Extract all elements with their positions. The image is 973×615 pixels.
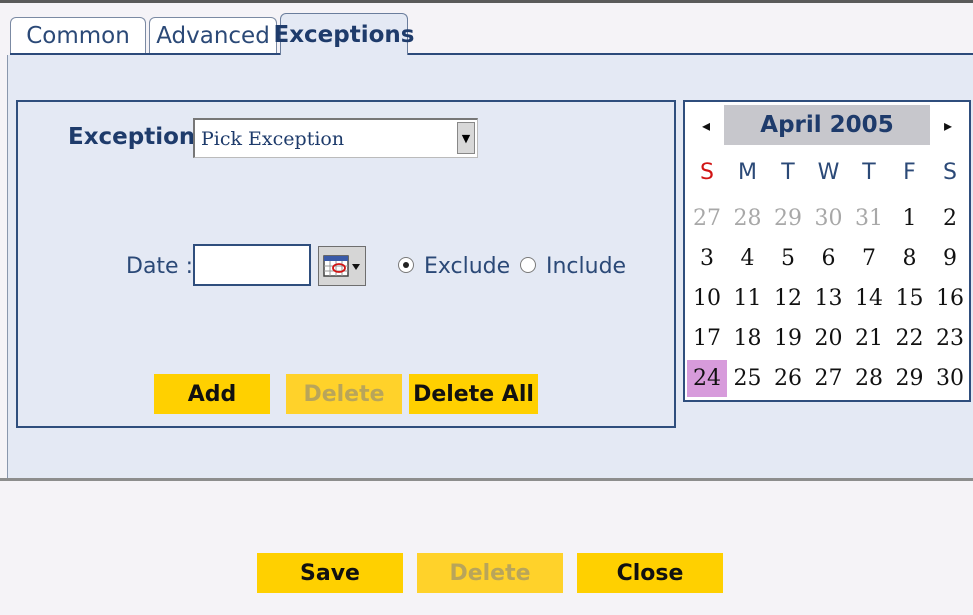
- exceptions-select-value: Pick Exception: [201, 128, 345, 150]
- calendar-day[interactable]: 27: [809, 360, 849, 397]
- delete-button[interactable]: Delete: [417, 553, 563, 593]
- chevron-down-icon[interactable]: ▼: [457, 122, 475, 154]
- calendar-day[interactable]: 3: [687, 240, 727, 277]
- weekday-header: T: [862, 160, 876, 185]
- calendar-day[interactable]: 28: [849, 360, 889, 397]
- delete-all-button[interactable]: Delete All: [409, 374, 538, 414]
- calendar-day[interactable]: 17: [687, 320, 727, 357]
- calendar-day[interactable]: 12: [768, 280, 808, 317]
- delete-exception-button[interactable]: Delete: [286, 374, 402, 414]
- calendar-day[interactable]: 14: [849, 280, 889, 317]
- calendar-day[interactable]: 22: [890, 320, 930, 357]
- calendar-day[interactable]: 13: [809, 280, 849, 317]
- calendar-picker-button[interactable]: [318, 246, 366, 286]
- exclude-label: Exclude: [424, 254, 511, 279]
- weekday-header: S: [700, 160, 714, 185]
- chevron-right-icon: ▸: [943, 115, 953, 135]
- save-button[interactable]: Save: [257, 553, 403, 593]
- calendar: ◂ April 2005 ▸ S M T W T F S 27 28 29 30 31 1 2 3 4 5 6 7 8…: [683, 100, 971, 402]
- weekday-header: T: [781, 160, 795, 185]
- next-month-button[interactable]: ▸: [930, 105, 966, 145]
- calendar-icon: [323, 255, 360, 277]
- tab-underline: [10, 53, 973, 55]
- prev-month-button[interactable]: ◂: [688, 105, 724, 145]
- include-radio[interactable]: [520, 257, 536, 273]
- calendar-day[interactable]: 18: [728, 320, 768, 357]
- tab-common[interactable]: Common: [10, 17, 146, 53]
- calendar-day[interactable]: 29: [768, 200, 808, 237]
- calendar-day[interactable]: 31: [849, 200, 889, 237]
- calendar-day[interactable]: 11: [728, 280, 768, 317]
- calendar-day[interactable]: 1: [890, 200, 930, 237]
- weekday-header: S: [943, 160, 957, 185]
- calendar-header: ◂ April 2005 ▸: [688, 105, 966, 145]
- tab-exceptions[interactable]: Exceptions: [274, 13, 415, 55]
- calendar-day[interactable]: 9: [930, 240, 970, 277]
- calendar-day[interactable]: 28: [728, 200, 768, 237]
- calendar-day[interactable]: 16: [930, 280, 970, 317]
- calendar-month-title: April 2005: [760, 112, 894, 138]
- exceptions-select[interactable]: Pick Exception ▼: [193, 118, 478, 158]
- calendar-day[interactable]: 19: [768, 320, 808, 357]
- calendar-day-today[interactable]: 24: [687, 360, 727, 397]
- top-border: [0, 0, 973, 3]
- chevron-left-icon: ◂: [701, 115, 711, 135]
- include-label: Include: [546, 254, 627, 279]
- panel-divider: [0, 478, 973, 481]
- exceptions-form: Exceptions : Pick Exception ▼ Date : Exc…: [16, 100, 676, 428]
- calendar-day[interactable]: 15: [890, 280, 930, 317]
- calendar-day[interactable]: 25: [728, 360, 768, 397]
- tab-advanced[interactable]: Advanced: [149, 17, 277, 53]
- date-input[interactable]: [193, 244, 311, 286]
- add-button[interactable]: Add: [154, 374, 270, 414]
- exclude-radio[interactable]: [398, 257, 414, 273]
- weekday-header: M: [738, 160, 757, 185]
- calendar-day[interactable]: 23: [930, 320, 970, 357]
- calendar-day[interactable]: 8: [890, 240, 930, 277]
- weekday-header: F: [903, 160, 916, 185]
- calendar-day[interactable]: 30: [809, 200, 849, 237]
- close-button[interactable]: Close: [577, 553, 723, 593]
- weekday-header: W: [817, 160, 840, 185]
- calendar-day[interactable]: 27: [687, 200, 727, 237]
- calendar-day[interactable]: 7: [849, 240, 889, 277]
- calendar-day[interactable]: 6: [809, 240, 849, 277]
- calendar-day[interactable]: 30: [930, 360, 970, 397]
- calendar-day[interactable]: 10: [687, 280, 727, 317]
- calendar-day[interactable]: 5: [768, 240, 808, 277]
- calendar-day[interactable]: 29: [890, 360, 930, 397]
- calendar-day[interactable]: 26: [768, 360, 808, 397]
- calendar-day[interactable]: 4: [728, 240, 768, 277]
- date-label: Date :: [126, 254, 193, 279]
- calendar-day[interactable]: 20: [809, 320, 849, 357]
- calendar-day[interactable]: 2: [930, 200, 970, 237]
- calendar-day[interactable]: 21: [849, 320, 889, 357]
